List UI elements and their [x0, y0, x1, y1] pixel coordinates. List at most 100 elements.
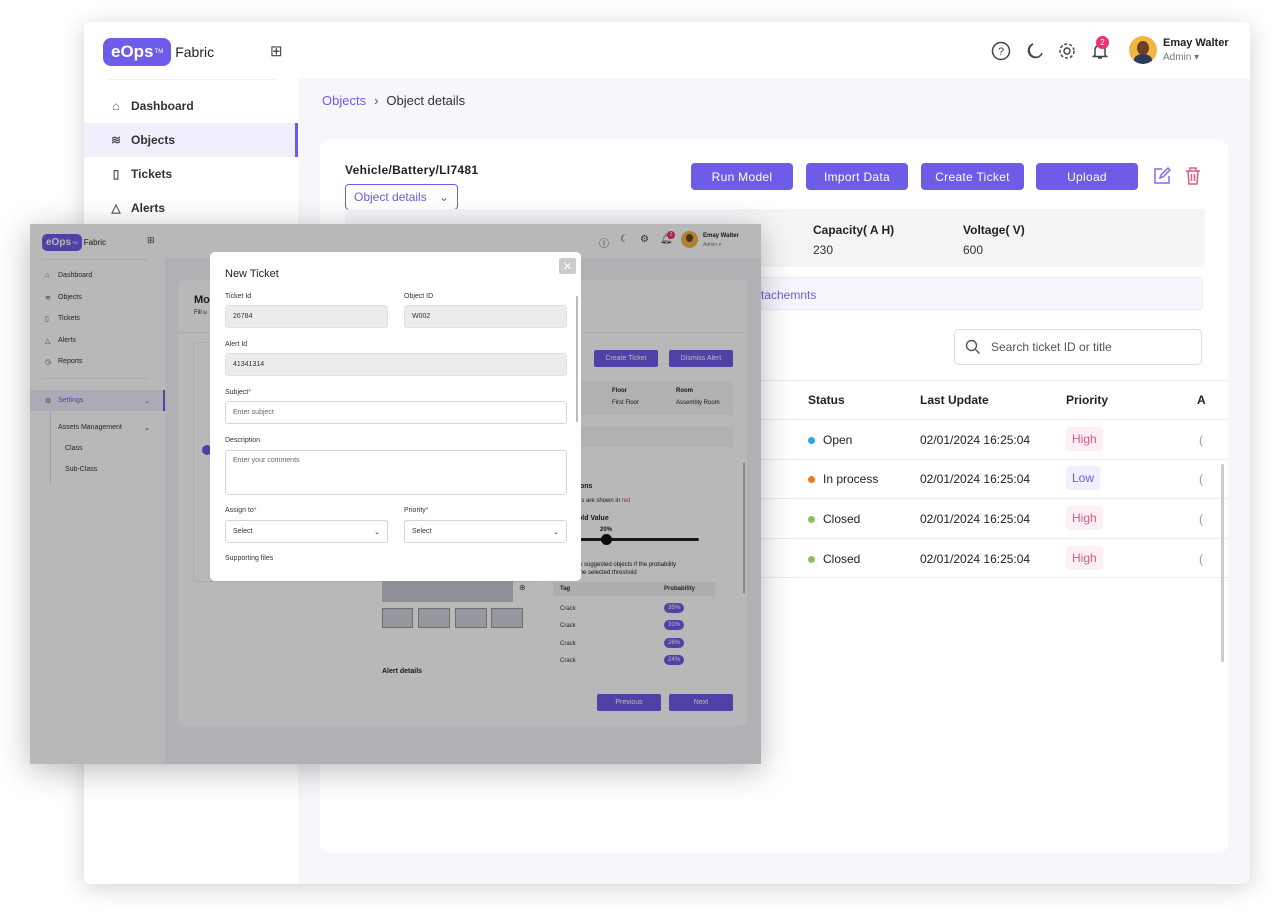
user-role[interactable]: Admin ▾	[1163, 52, 1199, 63]
capacity-value: 230	[813, 243, 834, 257]
user-name: Emay Walter	[1163, 37, 1229, 49]
status-cell: Open	[808, 433, 852, 447]
col-status[interactable]: Status	[808, 393, 845, 407]
object-path: Vehicle/Battery/LI7481	[345, 163, 479, 177]
sidebar-item-label: Alerts	[131, 201, 166, 215]
alert-id-field: 41341314	[225, 353, 567, 376]
view-select[interactable]: Object details ⌄	[345, 184, 458, 210]
priority-label: Priority*	[404, 507, 429, 514]
ticket-id-label: Ticket Id	[225, 293, 252, 300]
grid-menu-icon[interactable]: ⊞	[270, 42, 283, 60]
last-update-cell: 02/01/2024 16:25:04	[920, 512, 1031, 526]
sidebar-item-objects[interactable]: ≋ Objects	[84, 123, 298, 157]
layers-icon: ≋	[110, 133, 122, 147]
help-icon[interactable]: ?	[990, 40, 1012, 62]
priority-badge: High	[1066, 546, 1103, 570]
search-input[interactable]: Search ticket ID or title	[954, 329, 1202, 365]
priority-badge: High	[1066, 427, 1103, 451]
top-bar: ? 2 Emay Walter Admin ▾	[298, 22, 1250, 78]
sidebar-item-label: Objects	[131, 133, 176, 147]
search-placeholder: Search ticket ID or title	[991, 340, 1112, 354]
priority-badge: Low	[1066, 466, 1101, 490]
alert-icon: △	[111, 201, 121, 215]
scrollbar[interactable]	[576, 296, 578, 422]
divider	[755, 577, 1228, 578]
sidebar-item-label: Dashboard	[131, 99, 194, 113]
upload-button[interactable]: Upload	[1036, 163, 1138, 190]
status-dot	[808, 436, 815, 444]
breadcrumb-objects[interactable]: Objects	[322, 93, 366, 108]
model-window: eOps TM Fabric ⊞ ⌂ Dashboard ≋ Objects ▯ Tic…	[30, 224, 761, 764]
col-priority[interactable]: Priority	[1066, 393, 1108, 407]
priority-select[interactable]: Select ⌄	[404, 520, 567, 543]
alert-id-label: Alert Id	[225, 341, 248, 348]
new-ticket-modal: New Ticket ✕ Ticket Id 26784 Object ID W…	[210, 252, 581, 581]
moon-icon[interactable]	[1024, 40, 1046, 62]
capacity-label: Capacity( A H)	[813, 223, 895, 237]
supporting-files-label: Supporting files	[225, 555, 274, 562]
assign-to-select[interactable]: Select ⌄	[225, 520, 388, 543]
ticket-id-field: 26784	[225, 305, 388, 328]
chevron-right-icon: ›	[374, 93, 379, 108]
sidebar-item-alerts[interactable]: △ Alerts	[84, 191, 298, 225]
run-model-button[interactable]: Run Model	[691, 163, 793, 190]
priority-badge: High	[1066, 506, 1103, 530]
trash-icon[interactable]	[1184, 166, 1202, 191]
subject-label: Subject*	[225, 389, 252, 396]
search-icon	[965, 339, 981, 355]
sidebar-item-label: Tickets	[131, 167, 173, 181]
scrollbar[interactable]	[1221, 464, 1224, 662]
divider	[755, 419, 1228, 420]
divider	[108, 79, 276, 80]
col-assignee[interactable]: A	[1197, 393, 1206, 407]
assignee-cell: (	[1199, 512, 1203, 526]
description-textarea[interactable]: Enter your comments	[225, 450, 567, 495]
sidebar-item-tickets[interactable]: ▯ Tickets	[84, 157, 298, 191]
tab-attachments[interactable]: tachemnts	[761, 288, 816, 302]
divider	[755, 380, 1228, 381]
chevron-down-icon: ⌄	[438, 190, 449, 204]
chevron-down-icon: ⌄	[553, 528, 559, 536]
col-last-update[interactable]: Last Update	[920, 393, 989, 407]
gear-icon[interactable]	[1056, 40, 1078, 62]
object-id-field: W002	[404, 305, 567, 328]
assignee-cell: (	[1199, 552, 1203, 566]
last-update-cell: 02/01/2024 16:25:04	[920, 552, 1031, 566]
breadcrumb: Objects › Object details	[322, 93, 465, 108]
status-cell: Closed	[808, 552, 860, 566]
assign-to-label: Assign to*	[225, 507, 257, 514]
status-cell: In process	[808, 472, 878, 486]
voltage-value: 600	[963, 243, 984, 257]
brand-logo: eOps TM	[103, 38, 172, 66]
assignee-cell: (	[1199, 472, 1203, 486]
chevron-down-icon: ▾	[1194, 52, 1200, 63]
view-select-value: Object details	[354, 190, 427, 204]
sidebar-item-dashboard[interactable]: ⌂ Dashboard	[84, 89, 298, 123]
home-icon: ⌂	[112, 99, 120, 113]
object-id-label: Object ID	[404, 293, 434, 300]
subject-input[interactable]: Enter subject	[225, 401, 567, 424]
brand-suffix: Fabric	[175, 44, 215, 60]
avatar[interactable]	[1129, 36, 1157, 64]
divider	[755, 498, 1228, 499]
status-dot	[808, 475, 815, 483]
edit-icon[interactable]	[1152, 166, 1172, 191]
import-data-button[interactable]: Import Data	[806, 163, 908, 190]
voltage-label: Voltage( V)	[963, 223, 1025, 237]
chevron-down-icon: ⌄	[374, 528, 380, 536]
brand[interactable]: eOps TM Fabric	[103, 38, 214, 66]
breadcrumb-current: Object details	[386, 93, 466, 108]
last-update-cell: 02/01/2024 16:25:04	[920, 433, 1031, 447]
close-icon[interactable]: ✕	[559, 258, 576, 274]
status-cell: Closed	[808, 512, 860, 526]
svg-text:?: ?	[998, 46, 1004, 58]
status-dot	[808, 555, 815, 563]
divider	[755, 459, 1228, 460]
status-dot	[808, 515, 815, 523]
last-update-cell: 02/01/2024 16:25:04	[920, 472, 1031, 486]
notification-badge: 2	[1096, 36, 1109, 49]
divider	[755, 538, 1228, 539]
book-icon: ▯	[112, 167, 120, 181]
modal-title: New Ticket	[225, 268, 279, 280]
create-ticket-button[interactable]: Create Ticket	[921, 163, 1024, 190]
